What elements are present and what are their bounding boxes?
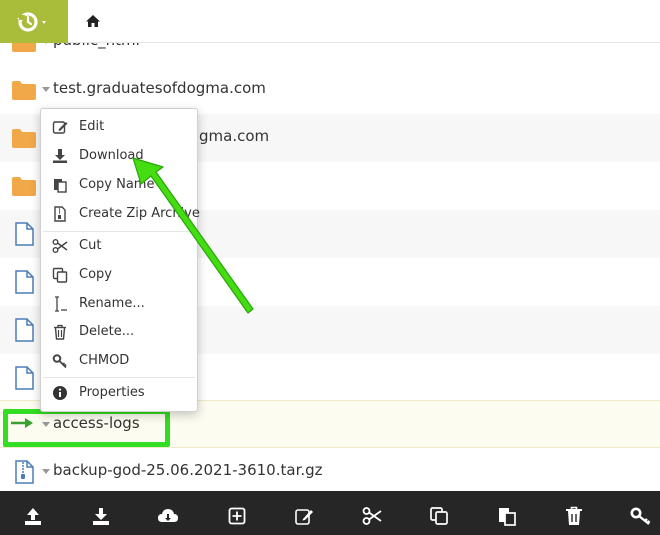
row-caret[interactable] bbox=[42, 469, 50, 474]
info-icon bbox=[53, 386, 67, 400]
folder-icon bbox=[12, 81, 36, 100]
menu-item-label: Create Zip Archive bbox=[79, 206, 200, 221]
menu-item-label: Download bbox=[79, 148, 144, 163]
cut-button[interactable] bbox=[361, 505, 383, 527]
new-item-icon bbox=[228, 507, 246, 525]
permissions-button[interactable] bbox=[630, 505, 652, 527]
home-button[interactable] bbox=[84, 12, 102, 30]
trash-icon bbox=[54, 324, 66, 340]
context-menu: Edit Download Copy Name Create Zip Archi… bbox=[40, 108, 200, 412]
file-row-test-graduatesofdogma[interactable]: test.graduatesofdogma.com bbox=[0, 66, 660, 114]
menu-item-properties[interactable]: Properties bbox=[41, 379, 197, 407]
file-name: test.graduatesofdogma.com bbox=[53, 79, 266, 97]
menu-item-cut[interactable]: Cut bbox=[41, 232, 197, 260]
file-icon bbox=[15, 366, 34, 390]
copy-icon bbox=[430, 507, 448, 525]
bottom-toolbar bbox=[0, 491, 660, 535]
scissors-icon bbox=[362, 507, 382, 525]
folder-icon bbox=[12, 43, 36, 52]
paste-button[interactable] bbox=[496, 505, 518, 527]
file-name: gma.com bbox=[199, 127, 270, 145]
edit-button[interactable] bbox=[293, 505, 315, 527]
archive-file-icon bbox=[15, 460, 34, 484]
menu-item-edit[interactable]: Edit bbox=[41, 113, 197, 141]
history-icon bbox=[17, 11, 46, 32]
menu-item-label: Edit bbox=[79, 119, 105, 134]
file-icon bbox=[15, 222, 34, 246]
menu-item-label: Properties bbox=[79, 385, 145, 400]
download-icon bbox=[93, 508, 109, 525]
new-item-button[interactable] bbox=[226, 505, 248, 527]
file-row-public-html[interactable]: public_html bbox=[0, 43, 660, 66]
key-icon bbox=[52, 354, 67, 369]
copy-name-icon bbox=[54, 179, 67, 193]
trash-icon bbox=[566, 506, 582, 525]
home-icon bbox=[86, 15, 100, 27]
menu-item-create-zip[interactable]: Create Zip Archive bbox=[41, 200, 200, 228]
annotation-highlight-box bbox=[3, 409, 170, 447]
menu-item-label: Copy bbox=[79, 267, 112, 282]
top-bar bbox=[0, 0, 660, 43]
menu-item-label: Copy Name bbox=[79, 177, 155, 192]
paste-icon bbox=[499, 508, 516, 526]
row-caret[interactable] bbox=[42, 87, 50, 92]
row-caret[interactable] bbox=[42, 43, 50, 44]
copy-button[interactable] bbox=[428, 505, 450, 527]
file-row-backup-archive[interactable]: backup-god-25.06.2021-3610.tar.gz bbox=[0, 448, 660, 491]
upload-icon bbox=[25, 508, 41, 525]
menu-item-chmod[interactable]: CHMOD bbox=[41, 347, 197, 375]
history-menu-button[interactable] bbox=[0, 0, 68, 43]
key-icon bbox=[630, 507, 651, 525]
file-icon bbox=[15, 318, 34, 342]
menu-item-copy-name[interactable]: Copy Name bbox=[41, 171, 197, 199]
file-name: backup-god-25.06.2021-3610.tar.gz bbox=[53, 461, 323, 479]
file-name: public_html bbox=[53, 43, 140, 49]
menu-item-copy[interactable]: Copy bbox=[41, 261, 197, 289]
download-button[interactable] bbox=[90, 505, 112, 527]
copy-icon bbox=[52, 267, 68, 283]
upload-button[interactable] bbox=[22, 505, 44, 527]
menu-item-label: Cut bbox=[79, 238, 102, 253]
edit-icon bbox=[295, 509, 313, 525]
file-icon bbox=[15, 270, 34, 294]
cloud-download-icon bbox=[158, 509, 178, 522]
delete-button[interactable] bbox=[563, 505, 585, 527]
remote-download-button[interactable] bbox=[157, 505, 179, 527]
menu-item-download[interactable]: Download bbox=[41, 142, 197, 170]
menu-item-label: CHMOD bbox=[79, 353, 130, 368]
folder-icon bbox=[12, 177, 36, 196]
rename-icon bbox=[55, 296, 67, 312]
download-icon bbox=[53, 149, 67, 163]
folder-icon bbox=[12, 129, 36, 148]
menu-item-label: Rename... bbox=[79, 296, 145, 311]
scissors-icon bbox=[52, 239, 68, 253]
edit-icon bbox=[52, 121, 68, 134]
menu-item-rename[interactable]: Rename... bbox=[41, 290, 197, 318]
menu-separator bbox=[43, 377, 195, 378]
menu-item-label: Delete... bbox=[79, 324, 135, 339]
menu-item-delete[interactable]: Delete... bbox=[41, 318, 197, 346]
zip-icon bbox=[54, 206, 66, 222]
